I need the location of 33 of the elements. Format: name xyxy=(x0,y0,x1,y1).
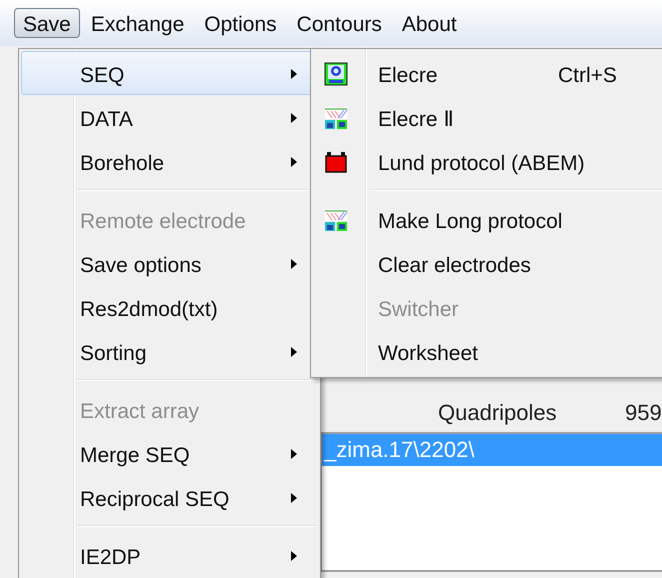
menu-item-label: SEQ xyxy=(80,63,124,89)
menu-item-label: Borehole xyxy=(80,151,164,177)
battery-icon xyxy=(324,150,348,174)
menu-bar-item[interactable]: Options xyxy=(195,8,286,38)
chart-icon xyxy=(324,208,348,232)
menu-item-label: Switcher xyxy=(378,297,459,323)
menu-item-label: Reciprocal SEQ xyxy=(80,487,230,513)
menu-bar-item[interactable]: About xyxy=(392,8,466,38)
menu-item-label: Extract array xyxy=(80,399,200,425)
menu-bar-item[interactable]: Contours xyxy=(288,8,391,38)
menu-item[interactable]: Make Long protocol xyxy=(313,197,662,241)
menu-item-label: Merge SEQ xyxy=(80,443,190,469)
menu-item[interactable]: Reciprocal SEQ xyxy=(21,475,318,519)
menu-item-label: Elecre xyxy=(378,63,438,89)
menu-item-label: Sorting xyxy=(80,341,147,367)
quadripoles-label: Quadripoles xyxy=(438,399,557,427)
menu-item-label: Lund protocol (ABEM) xyxy=(378,151,585,177)
menu-item[interactable]: IE2DP xyxy=(21,533,318,577)
menu-item-label: Remote electrode xyxy=(80,209,246,235)
menu-item-label: Worksheet xyxy=(378,341,478,367)
menu-item-label: Clear electrodes xyxy=(378,253,531,279)
menu-item-label: IE2DP xyxy=(80,545,141,571)
menu-bar-item[interactable]: Save xyxy=(14,8,80,38)
menu-item-label: Elecre Ⅱ xyxy=(378,107,454,133)
shortcut-label: Ctrl+S xyxy=(558,63,617,89)
menu-item[interactable]: Merge SEQ xyxy=(21,431,318,475)
menu-item-label: DATA xyxy=(80,107,133,133)
menu-item-label: Save options xyxy=(80,253,202,279)
quadripoles-value: 959 xyxy=(625,399,662,427)
menu-item-label: Make Long protocol xyxy=(378,209,562,235)
menu-item-label: Res2dmod(txt) xyxy=(80,297,218,323)
chart-icon xyxy=(324,106,348,130)
menu-bar-item[interactable]: Exchange xyxy=(82,8,194,38)
